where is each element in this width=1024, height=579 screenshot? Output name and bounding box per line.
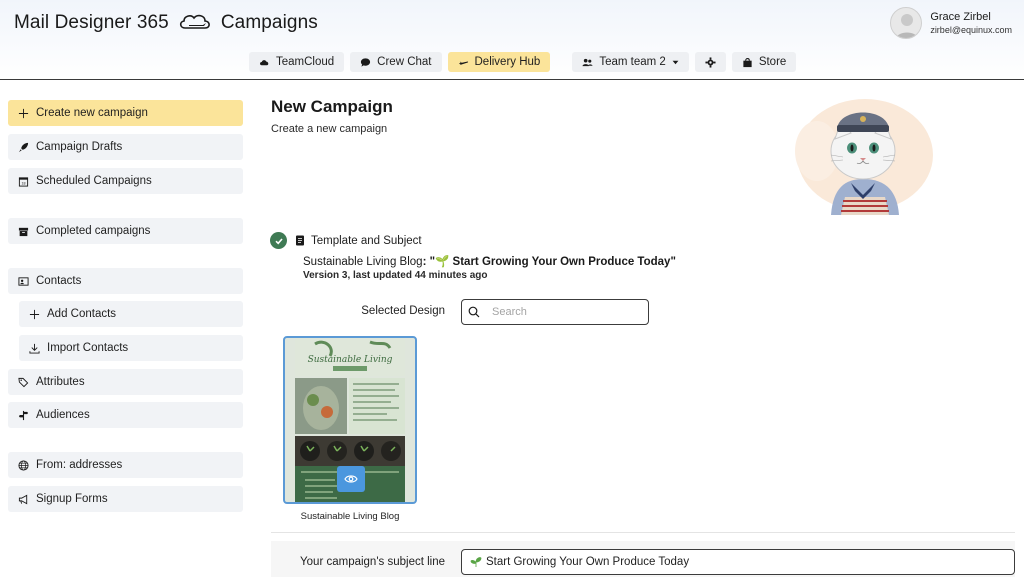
- sidebar-item-campaign-drafts[interactable]: Campaign Drafts: [8, 134, 243, 160]
- archive-box-icon: [18, 227, 29, 236]
- sidebar-item-label: Scheduled Campaigns: [36, 175, 152, 187]
- user-email: zirbel@equinux.com: [930, 25, 1012, 35]
- cloud-plane-logo-icon: [179, 14, 210, 29]
- delivery-hub-button[interactable]: Delivery Hub: [447, 52, 551, 72]
- sidebar-item-label: From: addresses: [36, 459, 123, 471]
- settings-button[interactable]: [694, 52, 726, 72]
- design-caption: Sustainable Living Blog: [300, 511, 400, 522]
- shopping-bag-icon: [743, 57, 752, 67]
- page-subtitle: Create a new campaign: [271, 123, 388, 135]
- sidebar-item-label: Import Contacts: [47, 342, 129, 354]
- template-subject: "🌱 Start Growing Your Own Produce Today": [429, 256, 676, 268]
- download-icon: [29, 343, 40, 354]
- sidebar-item-label: Create new campaign: [36, 107, 148, 119]
- sidebar-item-from-addresses[interactable]: From: addresses: [8, 452, 243, 478]
- users-icon: [582, 58, 593, 66]
- sidebar-item-add-contacts[interactable]: Add Contacts: [19, 301, 243, 327]
- pilot-cat-mascot-illustration: [795, 99, 933, 215]
- sidebar-item-signup-forms[interactable]: Signup Forms: [8, 486, 243, 512]
- rocket-icon: [18, 142, 29, 152]
- selected-design-label: Selected Design: [361, 305, 445, 317]
- subject-line-input[interactable]: Start Growing Your Own Produce Today: [461, 549, 1015, 575]
- section-divider: [271, 532, 1015, 533]
- main-toolbar: TeamCloud Crew Chat Delivery Hub Team te…: [249, 52, 797, 72]
- sidebar-item-attributes[interactable]: Attributes: [8, 369, 243, 395]
- user-menu[interactable]: Grace Zirbel zirbel@equinux.com: [890, 7, 1012, 39]
- step-label: Template and Subject: [311, 234, 422, 247]
- globe-icon: [18, 459, 29, 471]
- sidebar-item-label: Completed campaigns: [36, 225, 151, 237]
- signpost-icon: [18, 410, 29, 420]
- crew-chat-button[interactable]: Crew Chat: [350, 52, 442, 72]
- thumb-title: Sustainable Living: [308, 355, 393, 365]
- contact-card-icon: [18, 276, 29, 286]
- app-title-primary: Mail Designer 365: [14, 12, 169, 33]
- sidebar-item-audiences[interactable]: Audiences: [8, 402, 243, 428]
- preview-design-button[interactable]: [337, 466, 365, 492]
- team-label: Team team 2: [599, 56, 666, 68]
- template-name: Sustainable Living Blog: [303, 256, 423, 268]
- caret-down-icon: [672, 60, 679, 64]
- team-selector-dropdown[interactable]: Team team 2: [572, 52, 689, 72]
- sidebar-item-label: Audiences: [36, 409, 90, 421]
- sidebar-item-label: Attributes: [36, 376, 85, 388]
- seedling-icon: [470, 557, 482, 567]
- sidebar-item-label: Add Contacts: [47, 308, 117, 320]
- user-name: Grace Zirbel: [930, 11, 991, 23]
- app-brand: Mail Designer 365 Campaigns: [14, 12, 318, 34]
- calendar-icon: 18: [18, 176, 29, 187]
- sidebar-item-import-contacts[interactable]: Import Contacts: [19, 335, 243, 361]
- selected-template-info: Sustainable Living Blog: "🌱 Start Growin…: [303, 254, 676, 268]
- subject-line-label: Your campaign's subject line: [300, 556, 445, 568]
- sidebar-item-label: Signup Forms: [36, 493, 108, 505]
- sidebar-item-label: Contacts: [36, 275, 82, 287]
- tags-icon: [18, 377, 29, 387]
- plus-icon: [18, 108, 29, 118]
- template-separator: :: [422, 256, 430, 268]
- eye-icon: [344, 475, 358, 483]
- app-title-secondary: Campaigns: [220, 12, 318, 33]
- teamcloud-label: TeamCloud: [276, 56, 335, 68]
- top-header: Mail Designer 365 Campaigns Grace Zirbel…: [0, 0, 1024, 80]
- page-title: New Campaign: [271, 97, 393, 116]
- plane-icon: [458, 61, 468, 65]
- sidebar-item-completed-campaigns[interactable]: Completed campaigns: [8, 218, 243, 244]
- delivery-hub-label: Delivery Hub: [474, 56, 541, 68]
- gear-icon: [705, 56, 716, 68]
- search-input[interactable]: [492, 306, 632, 318]
- teamcloud-button[interactable]: TeamCloud: [249, 52, 345, 72]
- search-icon: [468, 306, 480, 318]
- store-label: Store: [758, 56, 787, 68]
- store-button[interactable]: Store: [731, 52, 797, 72]
- sidebar-item-contacts[interactable]: Contacts: [8, 268, 243, 294]
- crew-chat-label: Crew Chat: [377, 56, 432, 68]
- svg-text:18: 18: [21, 181, 25, 185]
- sidebar-item-label: Campaign Drafts: [36, 141, 123, 153]
- avatar[interactable]: [890, 7, 923, 39]
- sidebar-item-create-campaign[interactable]: Create new campaign: [8, 100, 243, 126]
- design-thumbnail-sustainable-living[interactable]: Sustainable Living: [283, 336, 417, 504]
- template-subject-step: Template and Subject: [270, 232, 422, 249]
- sidebar-item-scheduled-campaigns[interactable]: 18 Scheduled Campaigns: [8, 168, 243, 194]
- cloud-icon: [260, 59, 269, 65]
- chat-bubble-icon: [361, 57, 371, 67]
- megaphone-icon: [18, 494, 28, 504]
- design-search-field[interactable]: [461, 299, 649, 325]
- document-icon: [296, 235, 304, 246]
- check-circle-icon: [270, 232, 287, 249]
- template-version-info: Version 3, last updated 44 minutes ago: [303, 270, 488, 281]
- user-avatar-icon: [896, 14, 919, 38]
- plus-icon: [29, 309, 40, 319]
- subject-line-value: Start Growing Your Own Produce Today: [486, 556, 690, 568]
